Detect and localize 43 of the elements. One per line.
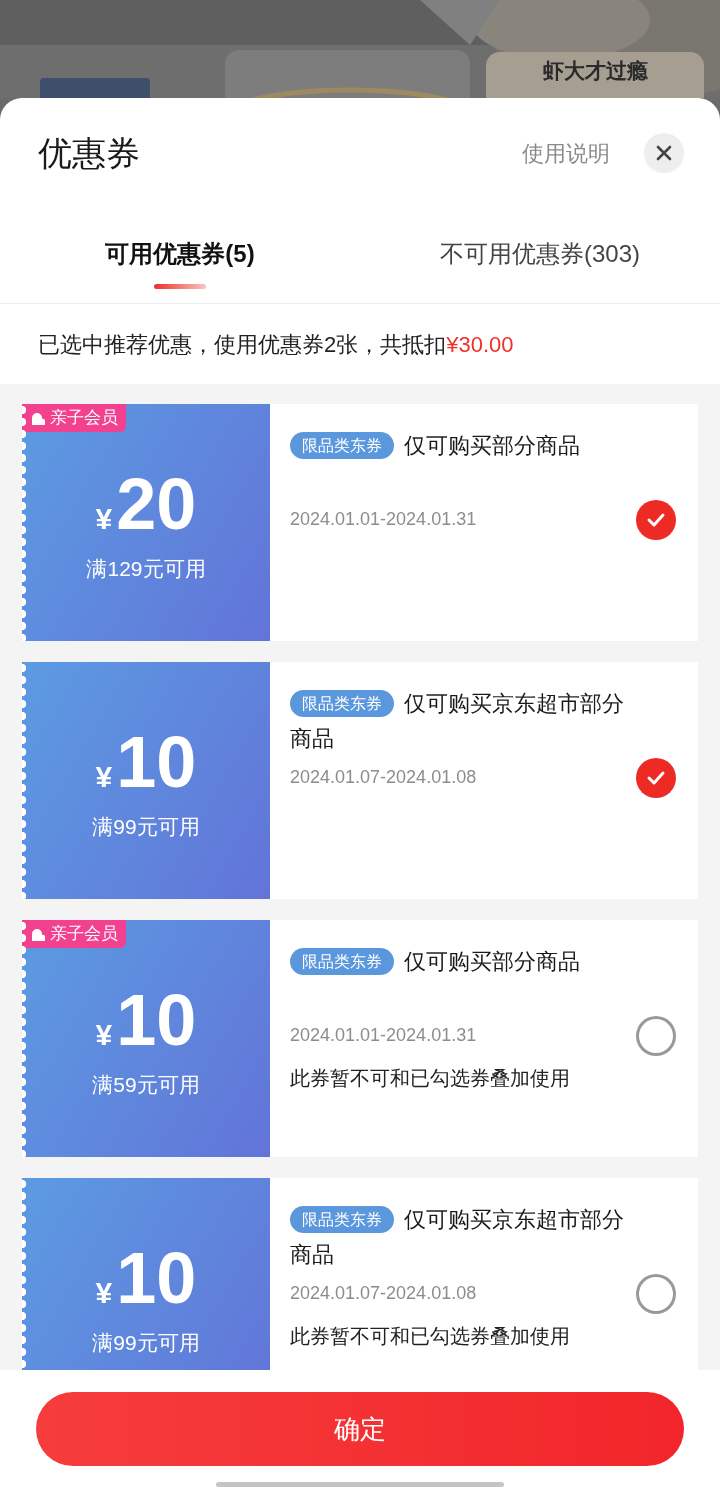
tab[interactable]: 可用优惠券(5) xyxy=(0,208,360,303)
confirm-button[interactable]: 确定 xyxy=(36,1392,684,1466)
coupon-title: 限品类东券 仅可购买部分商品 xyxy=(290,944,678,1014)
currency-symbol: ¥ xyxy=(95,759,113,796)
select-checkbox[interactable] xyxy=(636,758,676,798)
select-checkbox[interactable] xyxy=(636,1016,676,1056)
currency-symbol: ¥ xyxy=(95,1017,113,1054)
coupon-card[interactable]: ¥10 满99元可用 限品类东券 仅可购买京东超市部分商品 2024.01.07-2024.01.08 xyxy=(22,662,698,899)
usage-condition: 满59元可用 xyxy=(92,1072,200,1099)
coupon-card[interactable]: ¥10 满99元可用 限品类东券 仅可购买京东超市部分商品 2024.01.07-2024.01.08 此券暂不可和已勾选券叠加使用 xyxy=(22,1178,698,1370)
check-icon xyxy=(646,770,666,786)
coupon-title: 限品类东券 仅可购买京东超市部分商品 xyxy=(290,1205,625,1269)
coupon-card[interactable]: 亲子会员 ¥10 满59元可用 限品类东券 仅可购买部分商品 2024.01.01-2024.01.31 此券暂不可和已勾选券叠加使用 xyxy=(22,920,698,1157)
summary-text: 已选中推荐优惠，使用优惠券2张，共抵扣¥30.00 xyxy=(37,330,515,359)
member-badge: 亲子会员 xyxy=(22,404,126,432)
validity-date: 2024.01.07-2024.01.08 xyxy=(290,766,477,789)
member-badge: 亲子会员 xyxy=(22,920,126,948)
coupon-title: 限品类东券 仅可购买京东超市部分商品 xyxy=(290,689,625,753)
check-icon xyxy=(646,512,666,528)
coupon-title: 限品类东券 仅可购买部分商品 xyxy=(290,428,678,498)
close-button[interactable] xyxy=(644,133,684,173)
validity-date: 2024.01.07-2024.01.08 xyxy=(290,1282,477,1305)
help-link[interactable]: 使用说明 xyxy=(522,136,610,170)
validity-date: 2024.01.01-2024.01.31 xyxy=(290,508,477,531)
usage-condition: 满99元可用 xyxy=(92,1330,200,1357)
sheet-title: 优惠券 xyxy=(38,132,140,174)
select-checkbox[interactable] xyxy=(636,500,676,540)
currency-symbol: ¥ xyxy=(95,1275,113,1312)
coupon-amount: 10 xyxy=(116,726,197,799)
coupon-amount: 10 xyxy=(116,984,197,1057)
usage-condition: 满129元可用 xyxy=(86,556,206,583)
coupon-card[interactable]: 亲子会员 ¥20 满129元可用 限品类东券 仅可购买部分商品 2024.01.01-2024.01.31 xyxy=(22,404,698,641)
validity-date: 2024.01.01-2024.01.31 xyxy=(290,1024,477,1047)
coupon-amount: 10 xyxy=(116,1242,197,1315)
close-icon xyxy=(655,144,673,162)
coupon-note: 此券暂不可和已勾选券叠加使用 xyxy=(290,1066,570,1091)
usage-condition: 满99元可用 xyxy=(92,814,200,841)
tab[interactable]: 不可用优惠券(303) xyxy=(360,208,720,303)
coupon-amount: 20 xyxy=(116,468,197,541)
banner-headline: 虾大才过瘾 xyxy=(542,58,648,84)
currency-symbol: ¥ xyxy=(95,501,113,538)
select-checkbox[interactable] xyxy=(636,1274,676,1314)
coupon-note: 此券暂不可和已勾选券叠加使用 xyxy=(290,1324,570,1349)
